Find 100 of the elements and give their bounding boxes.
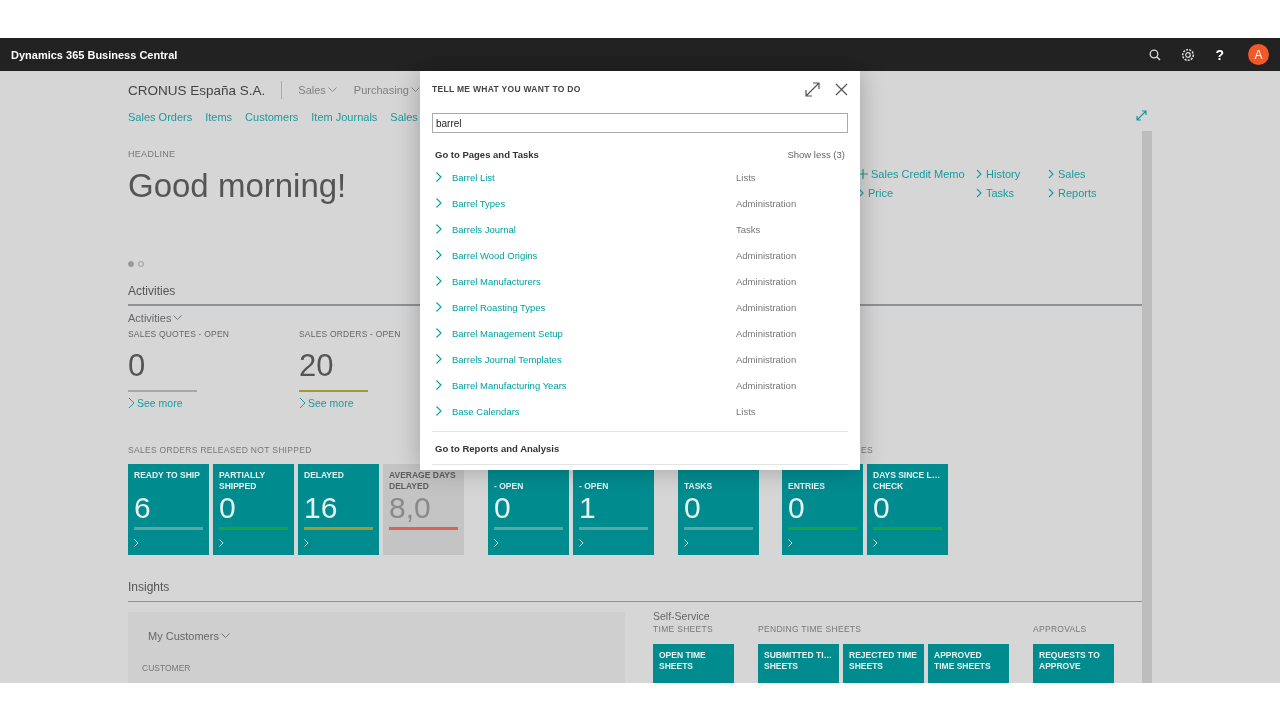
tile-title: - OPEN [494,481,525,492]
result-link[interactable]: Barrels Journal [452,223,736,235]
user-avatar[interactable]: A [1248,44,1269,65]
cue-tile[interactable]: APPROVED TIME SHEETS [928,644,1009,683]
result-category: Tasks [736,223,761,235]
chevron-icon [128,397,135,409]
settings-icon[interactable] [1181,47,1196,62]
tile-value: 0 [788,492,805,524]
cue-tile[interactable]: SUBMITTED TI… SHEETS [758,644,839,683]
chevron-icon [684,539,689,547]
scrollbar[interactable] [1142,131,1152,683]
result-link[interactable]: Barrel Manufacturing Years [452,379,736,391]
tile-title: READY TO SHIP [134,470,201,481]
tile-title: DELAYED [304,470,345,481]
action-link[interactable]: Sales Credit Memo [858,165,976,183]
cue-tile[interactable]: PARTIALLY SHIPPED 0 [213,464,294,555]
cue-tile[interactable]: OPEN TIME SHEETS [653,644,734,683]
close-icon[interactable] [835,82,848,96]
tile-value: 0 [219,492,236,524]
tile-title: PARTIALLY SHIPPED [219,470,267,492]
cue-tile[interactable]: READY TO SHIP 6 [128,464,209,555]
cue-tile[interactable]: DELAYED 16 [298,464,379,555]
action-link[interactable]: Sales [1048,165,1118,183]
caret-icon [173,315,183,321]
cue-title: SALES ORDERS - OPEN [299,328,401,340]
activities-dropdown[interactable]: Activities [128,310,183,326]
result-link[interactable]: Barrel Wood Origins [452,249,736,261]
pager-dot[interactable] [128,261,134,267]
nav-link[interactable]: Sales [390,111,418,123]
cue-value[interactable]: 0 [128,348,146,384]
chevron-icon [219,539,224,547]
cue-title: SALES QUOTES - OPEN [128,328,230,340]
chevron-icon [436,172,442,182]
company-name[interactable]: CRONUS España S.A. [128,82,266,98]
tile-title: ENTRIES [788,481,826,492]
caret-icon [327,87,337,93]
chevron-icon [436,380,442,390]
nav-link[interactable]: Item Journals [311,111,378,123]
section-heading: Go to Pages and Tasks [435,148,539,160]
tile-value: 6 [134,492,151,524]
chevron-icon [873,539,878,547]
group-heading: TIME SHEETS [653,623,714,635]
cue-tile[interactable]: REJECTED TIME SHEETS [843,644,924,683]
nav-menu[interactable]: Sales [298,84,337,96]
tile-title: AVERAGE DAYS DELAYED [389,470,457,492]
cue-tile[interactable]: ENTRIES 0 [782,464,863,555]
result-category: Administration [736,379,797,391]
result-link[interactable]: Barrel Types [452,197,736,209]
result-link[interactable]: Barrel Management Setup [452,327,736,339]
chevron-icon [304,539,309,547]
result-category: Administration [736,353,797,365]
nav-menu[interactable]: Purchasing [353,84,420,96]
tile-value: 8,0 [389,492,431,524]
panel-title: Self-Service [653,609,711,623]
see-more-link[interactable]: See more [128,396,183,410]
result-link[interactable]: Base Calendars [452,405,736,417]
cue-value[interactable]: 20 [299,348,334,384]
result-link[interactable]: Barrels Journal Templates [452,353,736,365]
action-link[interactable]: Tasks [976,184,1048,202]
caret-icon [410,87,420,93]
see-more-link[interactable]: See more [299,396,354,410]
search-icon[interactable] [1149,48,1162,61]
nav-link[interactable]: Sales Orders [128,111,193,123]
expand-icon[interactable] [805,81,820,97]
plus-icon [858,169,868,179]
customers-dropdown[interactable]: My Customers [148,628,230,644]
search-field[interactable]: barrel [432,113,848,133]
chevron-icon [436,198,442,208]
group-heading: SALES ORDERS RELEASED NOT SHIPPED [128,445,312,455]
result-link[interactable]: Barrel List [452,171,736,183]
group-heading: APPROVALS [1033,623,1088,635]
chevron-icon [436,354,442,364]
chevron-icon [436,328,442,338]
chevron-icon [436,406,442,416]
show-less-link[interactable]: Show less (3) [787,148,845,160]
tile-value: 16 [304,492,338,524]
group-heading: ES [861,445,873,455]
chevron-icon [579,539,584,547]
dialog-title: TELL ME WHAT YOU WANT TO DO [432,84,581,94]
column-header[interactable]: CUSTOMER [138,654,191,674]
app-title: Dynamics 365 Business Central [11,48,178,61]
tile-value: 0 [494,492,511,524]
nav-link[interactable]: Items [205,111,233,123]
tile-value: 0 [684,492,701,524]
result-category: Administration [736,249,797,261]
headline-label: HEADLINE [128,148,176,161]
tile-value: 1 [579,492,596,524]
action-link[interactable]: Reports [1048,184,1118,202]
action-link[interactable]: History [976,165,1048,183]
tile-title: - OPEN [579,481,610,492]
cue-tile[interactable]: REQUESTS TO APPROVE [1033,644,1114,683]
help-button[interactable]: ? [1215,46,1224,63]
chevron-icon [436,302,442,312]
chevron-icon [494,539,499,547]
chevron-icon [299,397,306,409]
nav-link[interactable]: Customers [245,111,299,123]
cue-tile[interactable]: DAYS SINCE L… CHECK 0 [867,464,948,555]
chevron-icon [788,539,793,547]
tile-title: DAYS SINCE L… CHECK [873,470,942,492]
cue-tile[interactable]: AVERAGE DAYS DELAYED 8,0 [383,464,464,555]
